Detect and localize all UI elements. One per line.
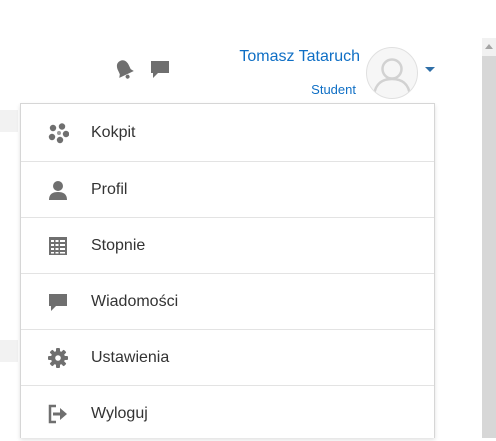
page-scrollbar[interactable] bbox=[482, 38, 496, 438]
cog-icon bbox=[47, 347, 69, 369]
menu-item-label: Ustawienia bbox=[91, 348, 170, 366]
user-role: Student bbox=[311, 82, 356, 97]
chat-icon bbox=[47, 291, 69, 313]
menu-item-wyloguj[interactable]: Wyloguj bbox=[21, 385, 434, 441]
menu-item-ustawienia[interactable]: Ustawienia bbox=[21, 329, 434, 385]
menu-item-label: Profil bbox=[91, 180, 128, 198]
menu-item-stopnie[interactable]: Stopnie bbox=[21, 217, 434, 273]
grades-table-icon bbox=[47, 235, 69, 257]
menu-item-label: Stopnie bbox=[91, 236, 146, 254]
messages-button[interactable] bbox=[149, 58, 171, 80]
dashboard-icon bbox=[47, 122, 69, 144]
chat-icon bbox=[151, 61, 169, 78]
user-name[interactable]: Tomasz Tataruch bbox=[200, 48, 360, 66]
scrollbar-up-arrow-icon bbox=[485, 44, 493, 49]
menu-item-label: Wiadomości bbox=[91, 292, 179, 310]
user-avatar-button[interactable] bbox=[366, 47, 418, 99]
page-background-bar bbox=[0, 340, 18, 362]
menu-item-wiadomosci[interactable]: Wiadomości bbox=[21, 273, 434, 329]
caret-down-icon[interactable] bbox=[425, 67, 435, 72]
avatar-placeholder-icon bbox=[372, 58, 412, 97]
menu-item-label: Kokpit bbox=[91, 123, 136, 141]
page-background-bar bbox=[0, 110, 18, 132]
user-icon bbox=[47, 179, 69, 201]
bell-icon bbox=[116, 60, 134, 79]
notification-button[interactable] bbox=[113, 58, 135, 80]
menu-item-label: Wyloguj bbox=[91, 404, 148, 422]
menu-item-profil[interactable]: Profil bbox=[21, 161, 434, 217]
user-dropdown-menu: Kokpit Profil Stopnie Wiadomości Ustawie… bbox=[20, 103, 435, 438]
sign-out-icon bbox=[47, 403, 69, 425]
menu-item-kokpit[interactable]: Kokpit bbox=[21, 104, 434, 161]
